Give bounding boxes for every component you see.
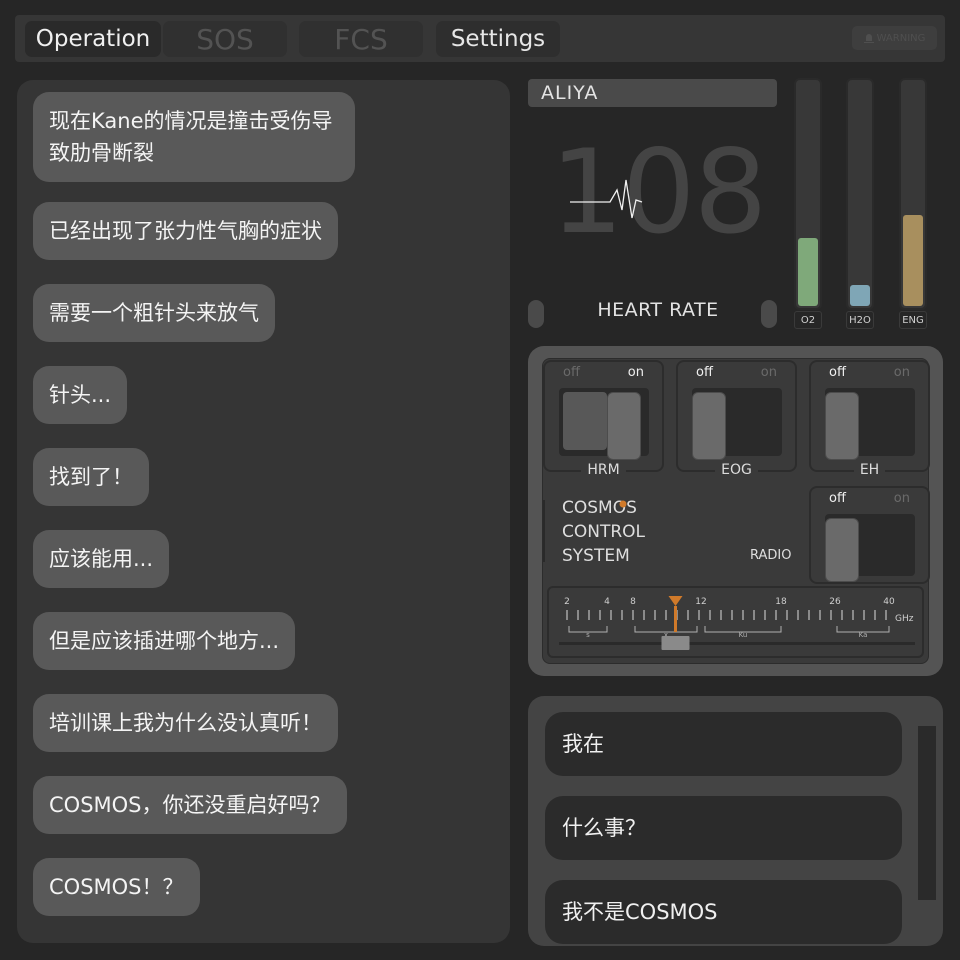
tab-settings[interactable]: Settings xyxy=(436,21,560,57)
tuner-tick-label: 2 xyxy=(564,597,570,607)
switch-track xyxy=(559,388,649,460)
switch-off-label: off xyxy=(696,365,713,380)
chat-message: COSMOS！？ xyxy=(33,858,200,916)
frequency-tuner[interactable]: 2 4 8 12 18 26 40 GHz s x Ku Ka xyxy=(547,586,924,658)
divider xyxy=(543,500,545,562)
tuner-tick-label: 40 xyxy=(883,597,895,607)
chat-message-line: 现在Kane的情况是撞击受伤导 xyxy=(49,109,333,133)
tuner-band-label: s xyxy=(586,631,590,639)
tuner-tick-label: 12 xyxy=(695,597,706,607)
h2o-label: H2O xyxy=(846,311,874,329)
h2o-gauge-fill xyxy=(850,285,870,306)
switch-off-label: off xyxy=(563,365,580,380)
tuner-band-label: Ku xyxy=(739,631,748,639)
reply-panel: 我在 什么事？ 我不是COSMOS xyxy=(528,696,943,946)
switch-knob[interactable] xyxy=(825,518,859,582)
switch-on-label: on xyxy=(893,365,910,380)
tab-operation[interactable]: Operation xyxy=(25,21,161,57)
chat-log[interactable]: 现在Kane的情况是撞击受伤导 致肋骨断裂 已经出现了张力性气胸的症状 需要一个… xyxy=(17,80,510,943)
switch-name: HRM xyxy=(581,462,626,478)
system-title-line: CONTROL xyxy=(562,522,646,542)
tuner-unit-label: GHz xyxy=(895,614,914,624)
heart-rate-right-button[interactable] xyxy=(761,300,777,328)
switch-off-label: off xyxy=(829,365,846,380)
chat-message: 找到了！ xyxy=(33,448,149,506)
chat-message: 需要一个粗针头来放气 xyxy=(33,284,275,342)
chat-message: 培训课上我为什么没认真听！ xyxy=(33,694,338,752)
tuner-tick-label: 26 xyxy=(829,597,841,607)
o2-gauge-fill xyxy=(798,238,818,306)
switch-name: EOG xyxy=(715,462,758,478)
switch-track xyxy=(692,388,782,460)
tuner-tick-label: 18 xyxy=(775,597,787,607)
patient-name: ALIYA xyxy=(528,79,777,107)
h2o-gauge xyxy=(846,78,874,310)
switch-track xyxy=(825,388,915,460)
switch-on-label: on xyxy=(893,491,910,506)
scrollbar[interactable] xyxy=(918,726,936,900)
system-title: COSMOS CONTROL SYSTEM xyxy=(562,496,645,568)
eog-switch[interactable]: off on EOG xyxy=(676,360,797,478)
switch-knob[interactable] xyxy=(692,392,726,460)
warning-indicator: WARNING xyxy=(852,26,937,50)
tuner-band-label: Ka xyxy=(859,631,868,639)
heart-rate-left-button[interactable] xyxy=(528,300,544,328)
reply-option[interactable]: 我不是COSMOS xyxy=(545,880,902,944)
eng-gauge-fill xyxy=(903,215,923,306)
hrm-switch[interactable]: off on HRM xyxy=(543,360,664,478)
switch-knob[interactable] xyxy=(607,392,641,460)
chat-message-line: 致肋骨断裂 xyxy=(49,141,154,165)
o2-gauge xyxy=(794,78,822,310)
eng-label: ENG xyxy=(899,311,927,329)
tab-fcs[interactable]: FCS xyxy=(299,21,423,57)
reply-option[interactable]: 什么事？ xyxy=(545,796,902,860)
system-title-line: COSMOS xyxy=(562,498,637,518)
chat-message: 应该能用... xyxy=(33,530,170,588)
system-title-line: SYSTEM xyxy=(562,546,630,566)
alarm-icon xyxy=(863,31,874,46)
tuner-scale: 2 4 8 12 18 26 40GHzs x Ku Ka xyxy=(559,596,915,650)
switch-track xyxy=(825,514,915,582)
reply-option[interactable]: 我在 xyxy=(545,712,902,776)
chat-message: 已经出现了张力性气胸的症状 xyxy=(33,202,338,260)
warning-label: WARNING xyxy=(876,32,926,44)
status-dot-icon xyxy=(619,500,627,508)
o2-label: O2 xyxy=(794,311,822,329)
tuner-slot xyxy=(559,642,915,645)
radio-label: RADIO xyxy=(750,548,792,563)
switch-glow xyxy=(563,392,607,450)
chat-message: 现在Kane的情况是撞击受伤导 致肋骨断裂 xyxy=(33,92,355,182)
tuner-tick-label: 8 xyxy=(630,597,636,607)
chat-message: 但是应该插进哪个地方... xyxy=(33,612,296,670)
tuner-slider-knob xyxy=(661,636,690,650)
heart-rate-label: HEART RATE xyxy=(597,299,719,321)
tuner-needle-head xyxy=(668,596,683,606)
switch-knob[interactable] xyxy=(825,392,859,460)
eh-switch[interactable]: off on EH xyxy=(809,360,930,478)
chat-message: 针头... xyxy=(33,366,128,424)
switch-on-label: on xyxy=(760,365,777,380)
eng-gauge xyxy=(899,78,927,310)
radio-switch[interactable]: off on xyxy=(809,486,930,584)
switch-off-label: off xyxy=(829,491,846,506)
tuner-tick-label: 4 xyxy=(604,597,610,607)
switch-name: EH xyxy=(853,462,886,478)
tuner-needle xyxy=(674,606,677,632)
top-nav-bar: Operation SOS FCS Settings WARNING xyxy=(15,15,945,62)
pulse-wave-icon xyxy=(570,179,643,219)
chat-message: COSMOS，你还没重启好吗？ xyxy=(33,776,347,834)
tab-sos[interactable]: SOS xyxy=(163,21,287,57)
switch-on-label: on xyxy=(627,365,644,380)
